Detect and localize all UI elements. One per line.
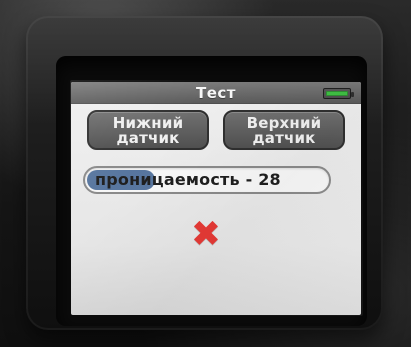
sensor-buttons: Нижний датчик Верхний датчик: [87, 110, 345, 150]
device-photo: Тест Нижний датчик Верхний датчик прониц…: [0, 0, 411, 347]
permeability-indicator: проницаемость - 28: [83, 166, 331, 194]
device-screen: Тест Нижний датчик Верхний датчик прониц…: [71, 82, 361, 315]
battery-level: [326, 91, 348, 96]
top-bar: Тест: [71, 82, 361, 104]
permeability-text: проницаемость - 28: [95, 170, 281, 189]
battery-icon: [323, 88, 354, 99]
lower-sensor-button[interactable]: Нижний датчик: [87, 110, 209, 150]
upper-sensor-button[interactable]: Верхний датчик: [223, 110, 345, 150]
screen-title: Тест: [196, 84, 236, 102]
x-icon: ✖: [190, 214, 222, 255]
